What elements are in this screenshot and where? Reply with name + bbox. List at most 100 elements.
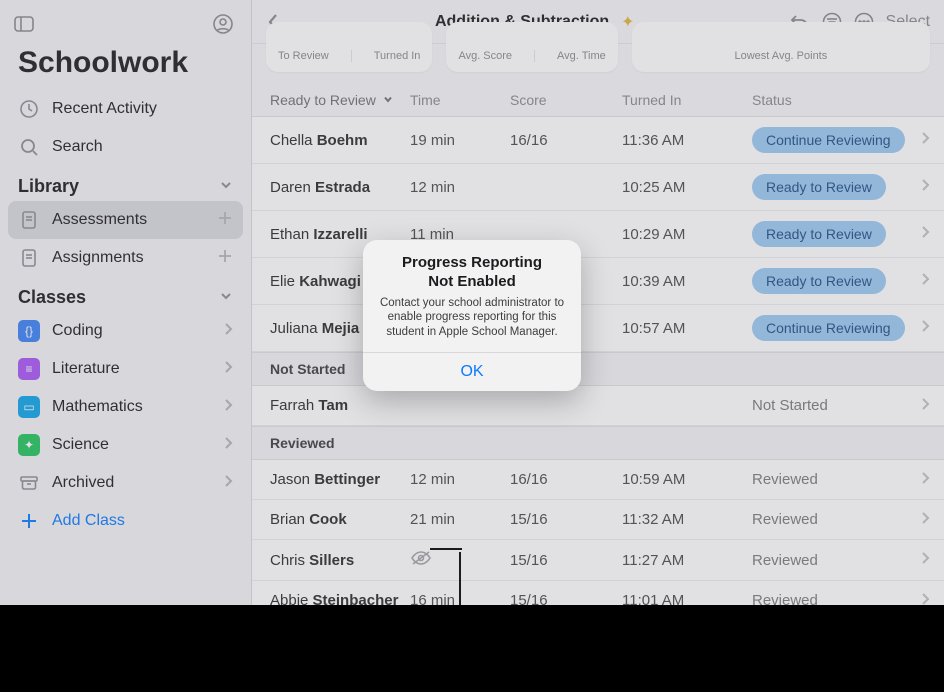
chevron-right-icon <box>920 511 936 529</box>
status-text: Reviewed <box>752 552 818 569</box>
class-item-label: Archived <box>52 474 114 492</box>
main-panel: Addition & Subtraction ✦ Select To Revie… <box>252 0 944 605</box>
cell-turned-in: 11:36 AM <box>622 132 752 149</box>
plus-icon <box>18 510 40 532</box>
student-row[interactable]: Jason Bettinger 12 min 16/16 10:59 AM Re… <box>252 460 944 500</box>
library-item[interactable]: Assessments <box>8 201 243 239</box>
status-pill[interactable]: Ready to Review <box>752 174 886 200</box>
status-pill[interactable]: Continue Reviewing <box>752 127 905 153</box>
chevron-right-icon <box>223 436 233 455</box>
student-row[interactable]: Juliana Mejia 10:57 AM Continue Reviewin… <box>252 305 944 352</box>
alert-title: Progress ReportingNot Enabled <box>377 254 567 292</box>
library-header[interactable]: Library <box>0 166 251 201</box>
alert-message: Contact your school administrator to ena… <box>377 296 567 341</box>
student-row[interactable]: Chris Sillers 15/16 11:27 AM Reviewed <box>252 540 944 581</box>
student-name: Abbie Steinbacher <box>270 592 410 605</box>
chevron-right-icon <box>920 272 936 290</box>
sort-column-header[interactable]: Ready to Review <box>270 92 410 108</box>
class-item[interactable]: {} Coding <box>0 312 251 350</box>
eye-off-icon <box>410 550 432 566</box>
plus-icon[interactable] <box>217 248 233 269</box>
class-icon: ≡ <box>18 358 40 380</box>
status-text: Reviewed <box>752 511 818 528</box>
cell-status: Ready to Review <box>752 174 908 200</box>
class-item[interactable]: Archived <box>0 464 251 502</box>
cell-score: 16/16 <box>510 471 622 488</box>
student-name: Chris Sillers <box>270 552 410 569</box>
chevron-right-icon <box>920 178 936 196</box>
chevron-right-icon <box>920 319 936 337</box>
recent-activity-item[interactable]: Recent Activity <box>0 90 251 128</box>
chevron-down-icon <box>219 287 233 308</box>
student-name: Brian Cook <box>270 511 410 528</box>
cell-turned-in: 10:57 AM <box>622 320 752 337</box>
sidebar: Schoolwork Recent Activity Search Librar… <box>0 0 252 605</box>
student-name: Jason Bettinger <box>270 471 410 488</box>
chevron-right-icon <box>920 225 936 243</box>
status-pill[interactable]: Continue Reviewing <box>752 315 905 341</box>
cell-status: Continue Reviewing <box>752 127 908 153</box>
chevron-down-icon <box>219 176 233 197</box>
cell-status: Reviewed <box>752 471 908 488</box>
class-item[interactable]: ▭ Mathematics <box>0 388 251 426</box>
alert-dialog: Progress ReportingNot Enabled Contact yo… <box>363 240 581 391</box>
classes-header[interactable]: Classes <box>0 277 251 312</box>
callout-line <box>459 552 461 605</box>
student-row[interactable]: Farrah Tam Not Started <box>252 386 944 426</box>
alert-ok-button[interactable]: OK <box>363 353 581 391</box>
cell-score: 15/16 <box>510 552 622 569</box>
chevron-right-icon <box>920 471 936 489</box>
student-row[interactable]: Brian Cook 21 min 15/16 11:32 AM Reviewe… <box>252 500 944 540</box>
column-time[interactable]: Time <box>410 92 510 108</box>
search-item[interactable]: Search <box>0 128 251 166</box>
clock-icon <box>18 98 40 120</box>
search-icon <box>18 136 40 158</box>
student-row[interactable]: Chella Boehm 19 min 16/16 11:36 AM Conti… <box>252 117 944 164</box>
class-item[interactable]: ✦ Science <box>0 426 251 464</box>
cell-status: Continue Reviewing <box>752 315 908 341</box>
class-item[interactable]: ≡ Literature <box>0 350 251 388</box>
summary-cards: To Review Turned In Avg. Score Avg. Time… <box>252 22 944 84</box>
plus-icon[interactable] <box>217 210 233 231</box>
column-score[interactable]: Score <box>510 92 622 108</box>
class-icon: {} <box>18 320 40 342</box>
cell-turned-in: 10:29 AM <box>622 226 752 243</box>
status-text: Reviewed <box>752 471 818 488</box>
app-title: Schoolwork <box>0 40 251 90</box>
student-row[interactable]: Abbie Steinbacher 16 min 15/16 11:01 AM … <box>252 581 944 605</box>
cell-status: Ready to Review <box>752 268 908 294</box>
letterbox <box>0 605 944 692</box>
chevron-down-icon <box>382 92 394 108</box>
section-not-started: Not Started <box>252 352 944 386</box>
class-icon: ▭ <box>18 396 40 418</box>
class-item-label: Coding <box>52 322 103 340</box>
student-row[interactable]: Elie Kahwagi 10:39 AM Ready to Review <box>252 258 944 305</box>
add-class-button[interactable]: Add Class <box>0 502 251 540</box>
recent-activity-label: Recent Activity <box>52 100 157 118</box>
cell-status: Reviewed <box>752 511 908 528</box>
cell-turned-in: 10:59 AM <box>622 471 752 488</box>
column-status[interactable]: Status <box>752 92 908 108</box>
status-pill[interactable]: Ready to Review <box>752 221 886 247</box>
status-text: Not Started <box>752 397 828 414</box>
student-row[interactable]: Ethan Izzarelli 11 min 10:29 AM Ready to… <box>252 211 944 258</box>
cell-time: 12 min <box>410 179 510 196</box>
cell-status: Not Started <box>752 397 908 414</box>
search-label: Search <box>52 138 103 156</box>
cell-turned-in: 11:27 AM <box>622 552 752 569</box>
doc-icon <box>18 209 40 231</box>
chevron-right-icon <box>920 397 936 415</box>
status-pill[interactable]: Ready to Review <box>752 268 886 294</box>
library-item[interactable]: Assignments <box>0 239 251 277</box>
sidebar-toggle-icon[interactable] <box>14 16 34 32</box>
student-name: Chella Boehm <box>270 132 410 149</box>
column-turned-in[interactable]: Turned In <box>622 92 752 108</box>
section-reviewed: Reviewed <box>252 426 944 460</box>
cell-score: 15/16 <box>510 592 622 605</box>
student-row[interactable]: Daren Estrada 12 min 10:25 AM Ready to R… <box>252 164 944 211</box>
profile-icon[interactable] <box>213 14 233 34</box>
summary-card: Lowest Avg. Points <box>632 22 930 72</box>
class-icon: ✦ <box>18 434 40 456</box>
cell-time: 19 min <box>410 132 510 149</box>
cell-score: 15/16 <box>510 511 622 528</box>
